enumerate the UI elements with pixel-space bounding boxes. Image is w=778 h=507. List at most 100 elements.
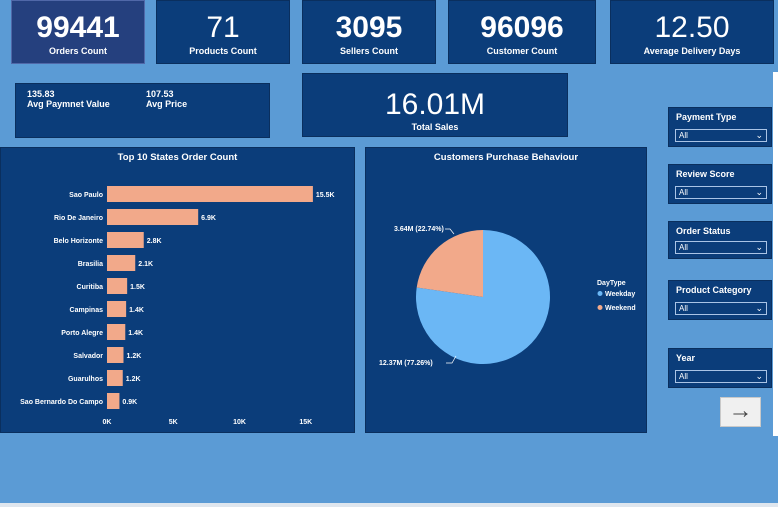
slicer-value: All (679, 243, 688, 252)
data-label: 1.5K (130, 284, 145, 291)
slicer-value: All (679, 304, 688, 313)
category-label: Brasilia (78, 261, 103, 268)
kpi-label: Sellers Count (339, 46, 398, 56)
bar-chart: Sao Paulo 15.5K Rio De Janeiro 6.9K Belo Hor… (20, 186, 335, 426)
chevron-down-icon: ⌄ (755, 303, 763, 313)
bar (107, 232, 144, 248)
avg-metrics-card: 135.83 Avg Paymnet Value 107.53 Avg Pric… (15, 83, 270, 138)
canvas-background (0, 436, 778, 507)
data-label: 2.8K (147, 238, 162, 245)
slicer-dropdown[interactable]: All ⌄ (675, 302, 767, 315)
kpi-customer-count: 96096 Customer Count (448, 0, 596, 64)
slicer-title: Product Category (676, 285, 752, 295)
kpi-orders-count: 99441 Orders Count (11, 0, 145, 64)
slice-label: 12.37M (77.26%) (379, 360, 433, 367)
kpi-label: Average Delivery Days (643, 46, 741, 56)
chart-title: Top 10 States Order Count (117, 152, 238, 163)
kpi-products-count: 71 Products Count (156, 0, 290, 64)
data-label: 1.2K (126, 353, 141, 360)
bar (107, 209, 199, 225)
slice-label: 3.64M (22.74%) (394, 226, 444, 233)
chart-title: Customers Purchase Behaviour (433, 152, 579, 163)
legend-marker (597, 305, 603, 310)
category-label: Salvador (73, 353, 103, 360)
slicer-dropdown[interactable]: All ⌄ (675, 370, 767, 383)
legend-title: DayType (597, 280, 626, 287)
data-label: 1.2K (126, 376, 141, 383)
bar (107, 370, 123, 386)
data-label: 15.5K (316, 192, 335, 199)
legend-marker (597, 291, 603, 296)
purchase-behaviour-chart-panel: Customers Purchase Behaviour 12.37M (77.… (365, 147, 647, 433)
data-label: 0.9K (122, 399, 137, 406)
kpi-total-sales: 16.01M Total Sales (302, 73, 568, 137)
legend-label: Weekday (605, 291, 635, 298)
total-sales-label: Total Sales (411, 122, 459, 132)
sheet-tab-bar[interactable] (0, 503, 778, 507)
pie-chart: 12.37M (77.26%) 3.64M (22.74%) DayType Week… (379, 226, 636, 367)
slicer-dropdown[interactable]: All ⌄ (675, 186, 767, 199)
kpi-value: 71 (206, 11, 240, 44)
slicer-review-score[interactable]: Review Score All ⌄ (668, 164, 772, 204)
slicer-title: Review Score (676, 169, 735, 179)
data-label: 1.4K (129, 307, 144, 314)
data-label: 2.1K (138, 261, 153, 268)
kpi-label: Customer Count (486, 46, 558, 56)
bar (107, 186, 313, 202)
avg-price-value: 107.53 (146, 89, 174, 99)
kpi-average-delivery-days: 12.50 Average Delivery Days (610, 0, 774, 64)
bar (107, 278, 128, 294)
slicer-title: Order Status (676, 226, 731, 236)
next-page-button[interactable]: → (720, 397, 761, 427)
kpi-label: Products Count (189, 46, 257, 56)
x-tick-label: 5K (169, 419, 178, 426)
slicer-value: All (679, 131, 688, 140)
bar (107, 255, 136, 271)
category-label: Rio De Janeiro (54, 215, 103, 222)
pie-slice (416, 230, 483, 297)
slicer-value: All (679, 188, 688, 197)
category-label: Belo Horizonte (54, 238, 103, 245)
avg-price-label: Avg Price (146, 99, 188, 109)
bar (107, 301, 127, 317)
slicer-title: Year (676, 353, 696, 363)
leader-line (445, 228, 455, 235)
kpi-label: Orders Count (48, 46, 107, 56)
bar (107, 324, 126, 340)
x-tick-label: 10K (233, 419, 246, 426)
x-tick-label: 0K (103, 419, 112, 426)
bar (107, 393, 120, 409)
kpi-value: 12.50 (654, 11, 730, 44)
data-label: 1.4K (128, 330, 143, 337)
avg-payment-label: Avg Paymnet Value (27, 99, 110, 109)
chevron-down-icon: ⌄ (755, 130, 763, 140)
category-label: Sao Bernardo Do Campo (20, 399, 103, 406)
arrow-right-icon: → (728, 397, 753, 424)
chevron-down-icon: ⌄ (755, 371, 763, 381)
total-sales-value: 16.01M (384, 88, 486, 121)
kpi-value: 3095 (335, 11, 403, 44)
category-label: Porto Alegre (61, 330, 103, 337)
kpi-value: 96096 (480, 11, 564, 44)
chevron-down-icon: ⌄ (755, 187, 763, 197)
scrollbar-track[interactable] (773, 72, 778, 436)
slicer-year[interactable]: Year All ⌄ (668, 348, 772, 388)
slicer-title: Payment Type (676, 112, 737, 122)
top-states-chart-panel: Top 10 States Order Count Sao Paulo 15.5K… (0, 147, 355, 433)
kpi-sellers-count: 3095 Sellers Count (302, 0, 436, 64)
avg-payment-value: 135.83 (27, 89, 55, 99)
slicer-dropdown[interactable]: All ⌄ (675, 129, 767, 142)
slicer-payment-type[interactable]: Payment Type All ⌄ (668, 107, 772, 147)
slicer-value: All (679, 372, 688, 381)
category-label: Curitiba (77, 284, 104, 291)
category-label: Guarulhos (68, 376, 103, 383)
slicer-dropdown[interactable]: All ⌄ (675, 241, 767, 254)
kpi-value: 99441 (36, 11, 120, 44)
slicer-order-status[interactable]: Order Status All ⌄ (668, 221, 772, 259)
slicer-product-category[interactable]: Product Category All ⌄ (668, 280, 772, 320)
chevron-down-icon: ⌄ (755, 242, 763, 252)
legend-label: Weekend (605, 305, 636, 312)
x-tick-label: 15K (299, 419, 312, 426)
bar (107, 347, 124, 363)
category-label: Campinas (70, 307, 104, 314)
